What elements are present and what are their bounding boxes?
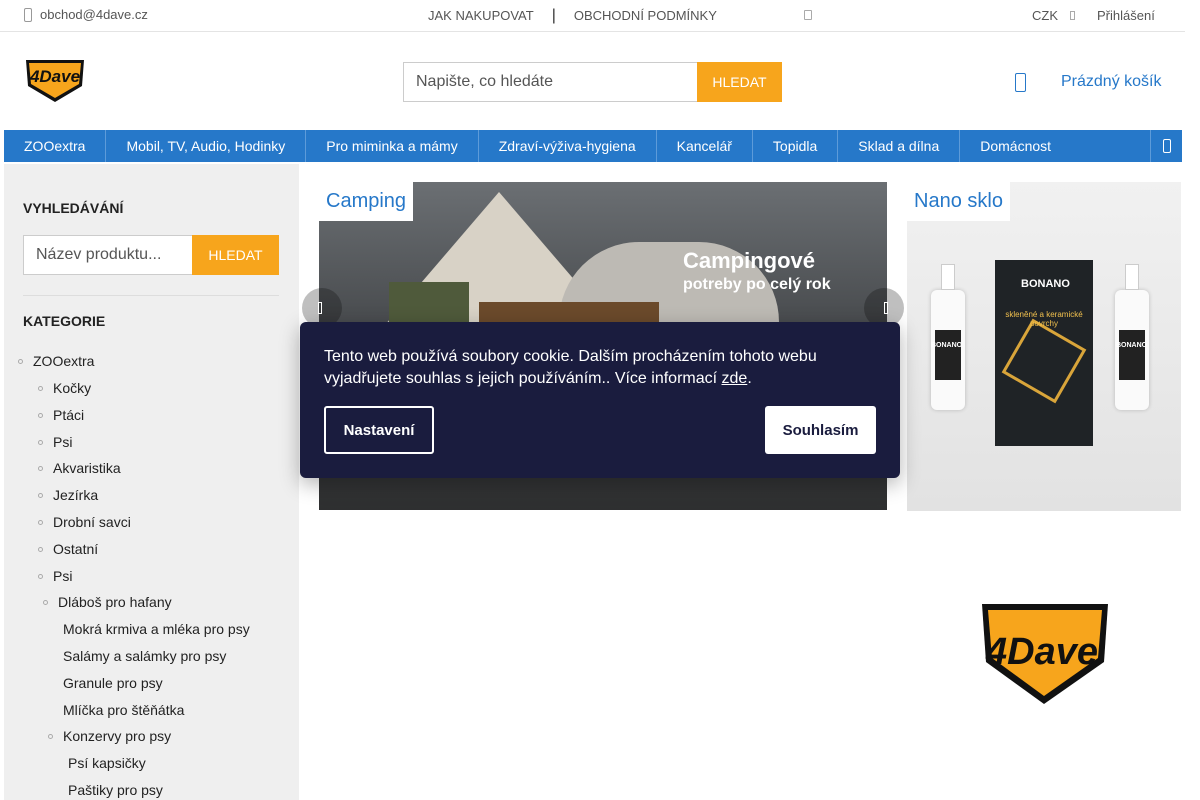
currency-select[interactable]: CZK [1032,8,1058,23]
phone-icon [24,7,32,22]
main-navigation: ZOOextra Mobil, TV, Audio, Hodinky Pro m… [4,130,1182,162]
sidebar-divider [23,295,279,296]
nano-banner[interactable]: BONANO BONANO skleněné a keramické povrc… [907,182,1181,511]
chevron-right-icon [884,302,888,314]
nav-item-zooextra[interactable]: ZOOextra [4,130,107,162]
chevron-left-icon [318,302,322,314]
logo[interactable]: 4Dave [24,56,86,104]
box-brand: BONANO [1021,278,1070,290]
search-title: VYHLEDÁVÁNÍ [23,200,124,216]
category-item[interactable]: Paštiky pro psy [68,782,163,798]
bottle-brand-right: BONANO [1116,342,1148,349]
bottle-cap [1125,264,1139,290]
header-search: HLEDAT [403,62,782,102]
category-item[interactable]: Psi [37,568,72,584]
bottle-label [1119,330,1145,380]
bottle-right [1115,264,1149,410]
login-link[interactable]: Přihlášení [1097,8,1155,23]
footer-logo: 4Dave [982,604,1108,704]
category-item[interactable]: ZOOextra [17,353,94,369]
more-icon[interactable] [804,10,812,20]
link-separator: | [551,7,556,24]
category-item[interactable]: Mlíčka pro štěňátka [63,702,184,718]
nav-item-mobil-tv[interactable]: Mobil, TV, Audio, Hodinky [106,130,307,162]
bottle-left [931,264,965,410]
top-bar: obchod@4dave.cz JAK NAKUPOVAT | OBCHODNÍ… [0,0,1185,32]
category-item[interactable]: Konzervy pro psy [47,728,171,744]
search-input[interactable] [403,62,697,102]
nav-item-sklad[interactable]: Sklad a dílna [838,130,961,162]
cookie-text-end: . [747,370,752,387]
nav-item-miminka[interactable]: Pro miminka a mámy [306,130,479,162]
nav-item-domacnost[interactable]: Domácnost [960,130,1071,162]
cart-link[interactable]: Prázdný košík [1061,73,1161,91]
menu-icon [1162,139,1171,153]
box-text: skleněné a keramické povrchy [1005,310,1083,328]
category-item[interactable]: Psí kapsičky [68,755,146,771]
nav-item-topidla[interactable]: Topidla [753,130,839,162]
sidebar: VYHLEDÁVÁNÍ HLEDAT KATEGORIE ZOOextra Ko… [4,164,299,800]
category-item[interactable]: Salámy a salámky pro psy [63,648,226,664]
camping-tag[interactable]: Camping [319,182,414,221]
category-item[interactable]: Kočky [37,380,91,396]
top-links: JAK NAKUPOVAT | OBCHODNÍ PODMÍNKY [428,7,717,24]
product-search-button[interactable]: HLEDAT [192,235,279,275]
logo-text: 4Dave [29,67,80,86]
cookie-message: Tento web používá soubory cookie. Dalším… [324,346,874,390]
logo-text: 4Dave [985,631,1098,673]
link-how-to-buy[interactable]: JAK NAKUPOVAT [428,8,534,23]
link-terms[interactable]: OBCHODNÍ PODMÍNKY [574,8,717,23]
hexagon-shape [1001,318,1087,404]
nav-more-button[interactable] [1150,130,1182,162]
category-item[interactable]: Ptáci [37,407,84,423]
nav-item-kancelar[interactable]: Kancelář [657,130,753,162]
categories-title: KATEGORIE [23,313,106,329]
category-item[interactable]: Ostatní [37,541,98,557]
nav-item-zdravi[interactable]: Zdraví-výživa-hygiena [479,130,657,162]
email-text[interactable]: obchod@4dave.cz [40,7,148,22]
cookie-accept-button[interactable]: Souhlasím [765,406,876,454]
cart-icon[interactable] [1015,73,1026,92]
bottle-cap [941,264,955,290]
bottle-label [935,330,961,380]
banner-subtitle: potreby po celý rok [683,276,831,293]
category-item[interactable]: Mokrá krmiva a mléka pro psy [63,621,250,637]
cookie-consent-dialog: Tento web používá soubory cookie. Dalším… [300,322,900,478]
search-button[interactable]: HLEDAT [697,62,782,102]
category-item[interactable]: Dláboš pro hafany [43,594,172,610]
category-item[interactable]: Psi [37,434,72,450]
category-item[interactable]: Akvaristika [38,460,121,476]
nano-tag[interactable]: Nano sklo [907,182,1010,221]
banner-title: Campingové [683,248,816,273]
cookie-settings-button[interactable]: Nastavení [324,406,434,454]
chevron-down-icon[interactable] [1070,11,1075,20]
contact-email[interactable]: obchod@4dave.cz [24,7,148,22]
product-search-input[interactable] [23,235,192,275]
category-item[interactable]: Jezírka [37,487,98,503]
cookie-more-link[interactable]: zde [722,370,748,387]
category-item[interactable]: Granule pro psy [63,675,163,691]
sidebar-search: HLEDAT [23,235,279,275]
bottle-brand-left: BONANO [931,342,963,349]
category-item[interactable]: Drobní savci [38,514,131,530]
